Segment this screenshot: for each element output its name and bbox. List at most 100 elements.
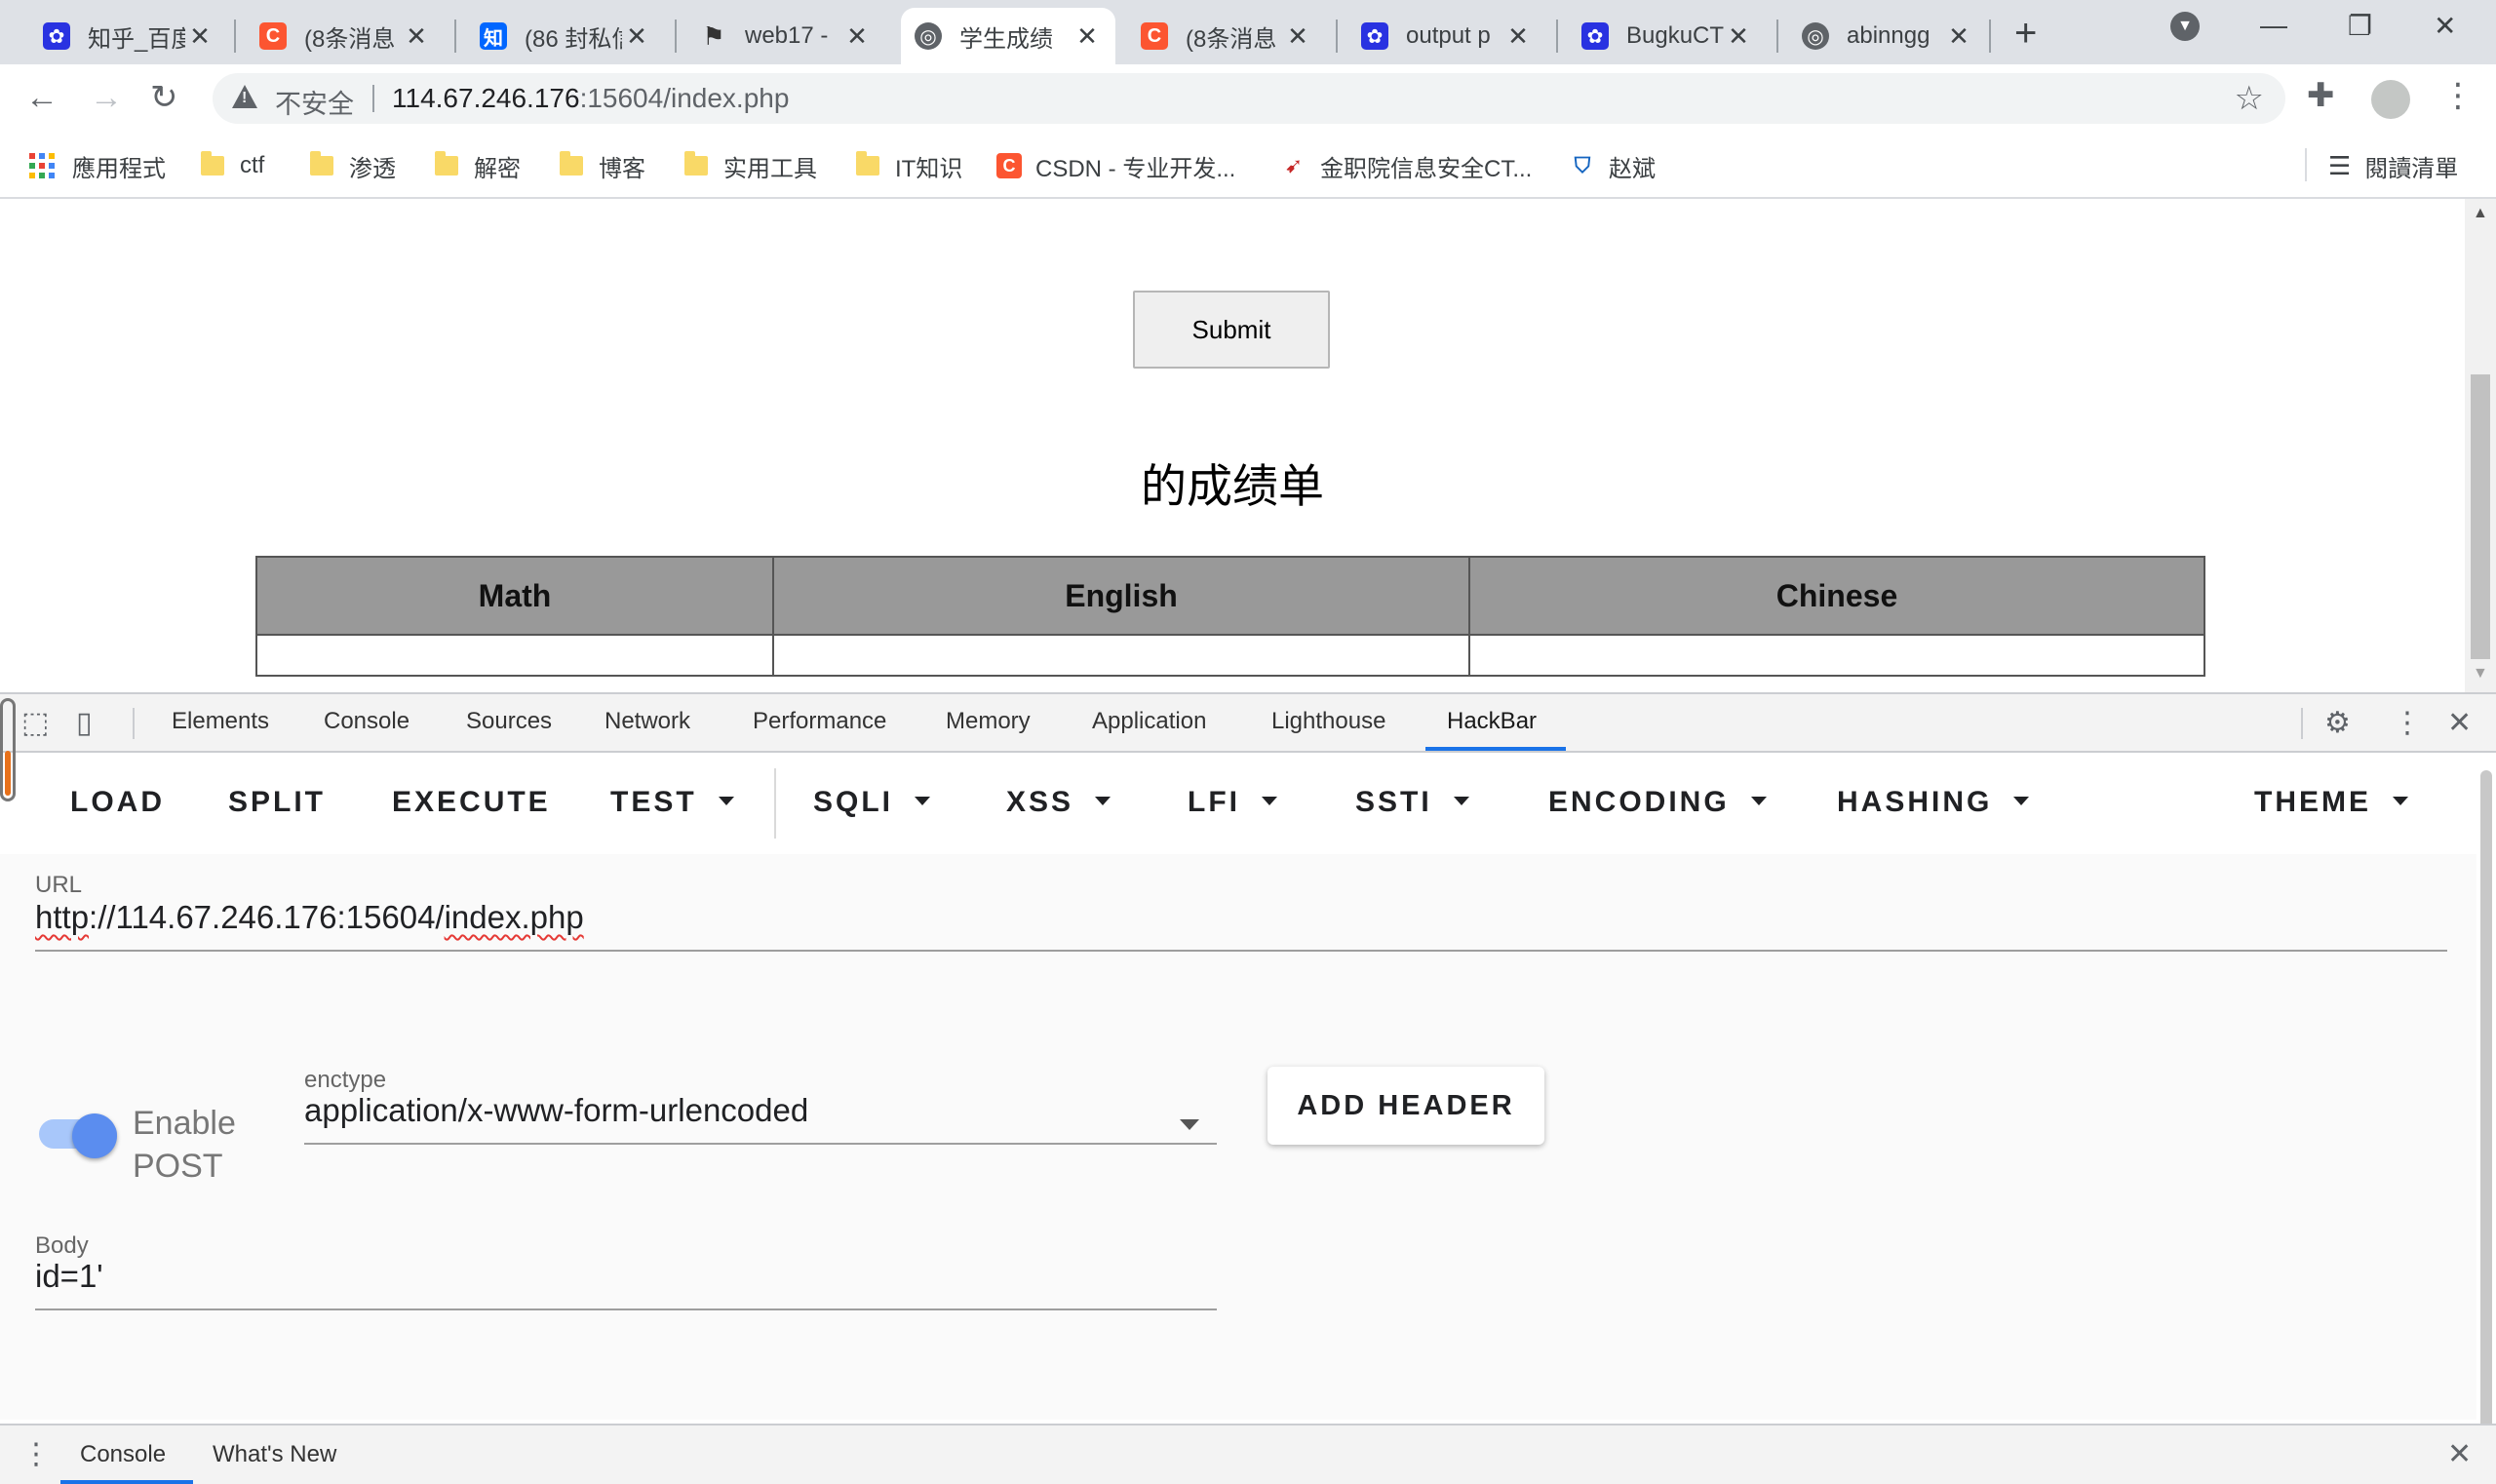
tab-5[interactable]: C (8条消息 ✕ xyxy=(1127,8,1326,64)
tab-console[interactable]: Console xyxy=(324,708,410,735)
drawer-menu-icon[interactable]: ⋮ xyxy=(21,1437,51,1471)
load-button[interactable]: LOAD xyxy=(70,786,165,819)
window-close-icon[interactable]: ✕ xyxy=(2434,10,2456,42)
tab-7[interactable]: ✿ BugkuCTF ✕ xyxy=(1568,8,1767,64)
security-label[interactable]: 不安全 xyxy=(275,83,354,121)
hackbar-scrollbar[interactable] xyxy=(2476,755,2496,1457)
body-textarea[interactable]: id=1' xyxy=(35,1258,103,1295)
tab-lighthouse[interactable]: Lighthouse xyxy=(1271,708,1385,735)
submit-button[interactable]: Submit xyxy=(1133,291,1330,369)
bookmark-zhaobin[interactable]: ⛉ 赵斌 xyxy=(1570,146,1656,185)
new-tab-button[interactable]: + xyxy=(2014,14,2037,53)
tab-hackbar[interactable]: HackBar xyxy=(1447,708,1537,735)
forward-arrow-icon[interactable]: → xyxy=(90,78,123,117)
extensions-puzzle-icon[interactable]: ✚ xyxy=(2307,76,2335,115)
tab-elements[interactable]: Elements xyxy=(172,708,269,735)
warning-icon[interactable] xyxy=(232,85,257,108)
tab-4[interactable]: ◎ 学生成绩 ✕ xyxy=(901,8,1115,64)
inspect-element-icon[interactable]: ⬚ xyxy=(21,706,49,740)
bookmark-folder-ctf[interactable]: ctf xyxy=(201,146,264,185)
sqli-dropdown[interactable]: SQLI xyxy=(813,786,931,819)
apps-grid-icon xyxy=(29,153,55,178)
hashing-dropdown[interactable]: HASHING xyxy=(1837,786,2030,819)
close-icon[interactable]: ✕ xyxy=(842,21,872,52)
scroll-down-icon[interactable]: ▼ xyxy=(2473,665,2488,683)
xss-dropdown[interactable]: XSS xyxy=(1006,786,1112,819)
drawer-tab-whats-new[interactable]: What's New xyxy=(213,1441,336,1468)
baidu-paw-icon: ✿ xyxy=(1581,22,1609,50)
ssti-dropdown[interactable]: SSTI xyxy=(1355,786,1469,819)
site-logo-icon: ➹ xyxy=(1284,153,1304,177)
post-toggle-knob[interactable] xyxy=(72,1113,117,1158)
tab-search-icon[interactable]: ▼ xyxy=(2170,12,2200,41)
close-icon[interactable]: ✕ xyxy=(622,21,651,52)
caret-down-icon xyxy=(1095,796,1112,805)
split-button[interactable]: SPLIT xyxy=(228,786,326,819)
csdn-icon: C xyxy=(996,153,1022,178)
tab-8[interactable]: ◎ abinngg ✕ xyxy=(1788,8,1987,64)
csdn-icon: C xyxy=(1141,22,1168,50)
theme-dropdown[interactable]: THEME xyxy=(2254,786,2408,819)
bookmark-csdn[interactable]: C CSDN - 专业开发... xyxy=(996,146,1235,185)
tab-title: (86 封私信 xyxy=(525,25,622,53)
tab-network[interactable]: Network xyxy=(604,708,690,735)
bookmark-folder-tools[interactable]: 实用工具 xyxy=(684,146,817,185)
address-bar[interactable]: 不安全 114.67.246.176:15604/index.php ☆ xyxy=(213,73,2285,124)
bookmark-folder-pentest[interactable]: 渗透 xyxy=(310,146,396,185)
tab-performance[interactable]: Performance xyxy=(753,708,886,735)
close-icon[interactable]: ✕ xyxy=(185,21,214,52)
url-input[interactable]: http://114.67.246.176:15604/index.php xyxy=(35,899,584,936)
close-icon[interactable]: ✕ xyxy=(1944,21,1973,52)
scroll-up-icon[interactable]: ▲ xyxy=(2473,205,2488,222)
drawer-close-icon[interactable]: ✕ xyxy=(2447,1437,2472,1471)
close-icon[interactable]: ✕ xyxy=(402,21,431,52)
reading-list[interactable]: ☰ 閱讀清單 xyxy=(2328,146,2458,185)
minimize-icon[interactable]: — xyxy=(2260,10,2287,41)
scrollbar-thumb[interactable] xyxy=(2471,374,2490,659)
profile-avatar-icon[interactable] xyxy=(2371,80,2410,119)
tab-sources[interactable]: Sources xyxy=(466,708,552,735)
add-header-button[interactable]: ADD HEADER xyxy=(1268,1067,1544,1145)
device-toggle-icon[interactable]: ▯ xyxy=(76,706,93,740)
lfi-dropdown[interactable]: LFI xyxy=(1188,786,1277,819)
back-arrow-icon[interactable]: ← xyxy=(25,78,58,117)
scrollbar-thumb[interactable] xyxy=(2480,770,2492,1433)
gear-icon[interactable]: ⚙ xyxy=(2324,706,2351,740)
tab-2[interactable]: 知 (86 封私信 ✕ xyxy=(466,8,665,64)
enctype-select[interactable]: application/x-www-form-urlencoded xyxy=(304,1092,808,1129)
close-icon[interactable]: ✕ xyxy=(1724,21,1753,52)
restore-icon[interactable]: ❐ xyxy=(2348,10,2372,42)
chrome-menu-icon[interactable]: ⋮ xyxy=(2441,76,2475,115)
page-scrollbar[interactable]: ▲ ▼ xyxy=(2465,199,2496,692)
url-text[interactable]: 114.67.246.176:15604/index.php xyxy=(392,83,789,114)
close-icon[interactable]: ✕ xyxy=(1283,21,1312,52)
bookmark-jinzhi[interactable]: ➹ 金职院信息安全CT... xyxy=(1281,146,1533,185)
caret-down-icon xyxy=(2013,796,2030,805)
reload-icon[interactable]: ↻ xyxy=(150,78,178,117)
test-dropdown[interactable]: TEST xyxy=(610,786,734,819)
url-host: 114.67.246.176 xyxy=(392,83,580,113)
drawer-tab-console[interactable]: Console xyxy=(80,1441,166,1468)
encoding-label: ENCODING xyxy=(1548,786,1730,818)
enable-post-label: Enable POST xyxy=(133,1102,236,1188)
bookmark-folder-blog[interactable]: 博客 xyxy=(560,146,645,185)
bookmark-star-icon[interactable]: ☆ xyxy=(2235,79,2264,118)
encoding-dropdown[interactable]: ENCODING xyxy=(1548,786,1767,819)
bookmark-folder-decrypt[interactable]: 解密 xyxy=(435,146,521,185)
more-options-icon[interactable]: ⋮ xyxy=(2393,706,2422,740)
tab-application[interactable]: Application xyxy=(1092,708,1206,735)
tab-1[interactable]: C (8条消息 ✕ xyxy=(246,8,445,64)
tab-memory[interactable]: Memory xyxy=(946,708,1031,735)
url-file: index.php xyxy=(444,899,584,935)
bookmark-folder-it[interactable]: IT知识 xyxy=(856,146,962,185)
tab-0[interactable]: ✿ 知乎_百度 ✕ xyxy=(29,8,228,64)
tab-separator xyxy=(1556,20,1558,53)
tab-6[interactable]: ✿ output p ✕ xyxy=(1347,8,1546,64)
tab-3[interactable]: ⚑ web17 - ✕ xyxy=(686,8,885,64)
close-icon[interactable]: ✕ xyxy=(1503,21,1533,52)
execute-button[interactable]: EXECUTE xyxy=(392,786,551,819)
close-icon[interactable]: ✕ xyxy=(2447,706,2472,740)
caret-down-icon[interactable] xyxy=(1180,1119,1199,1130)
close-icon[interactable]: ✕ xyxy=(1072,21,1102,52)
bookmark-apps[interactable]: 應用程式 xyxy=(29,146,166,185)
